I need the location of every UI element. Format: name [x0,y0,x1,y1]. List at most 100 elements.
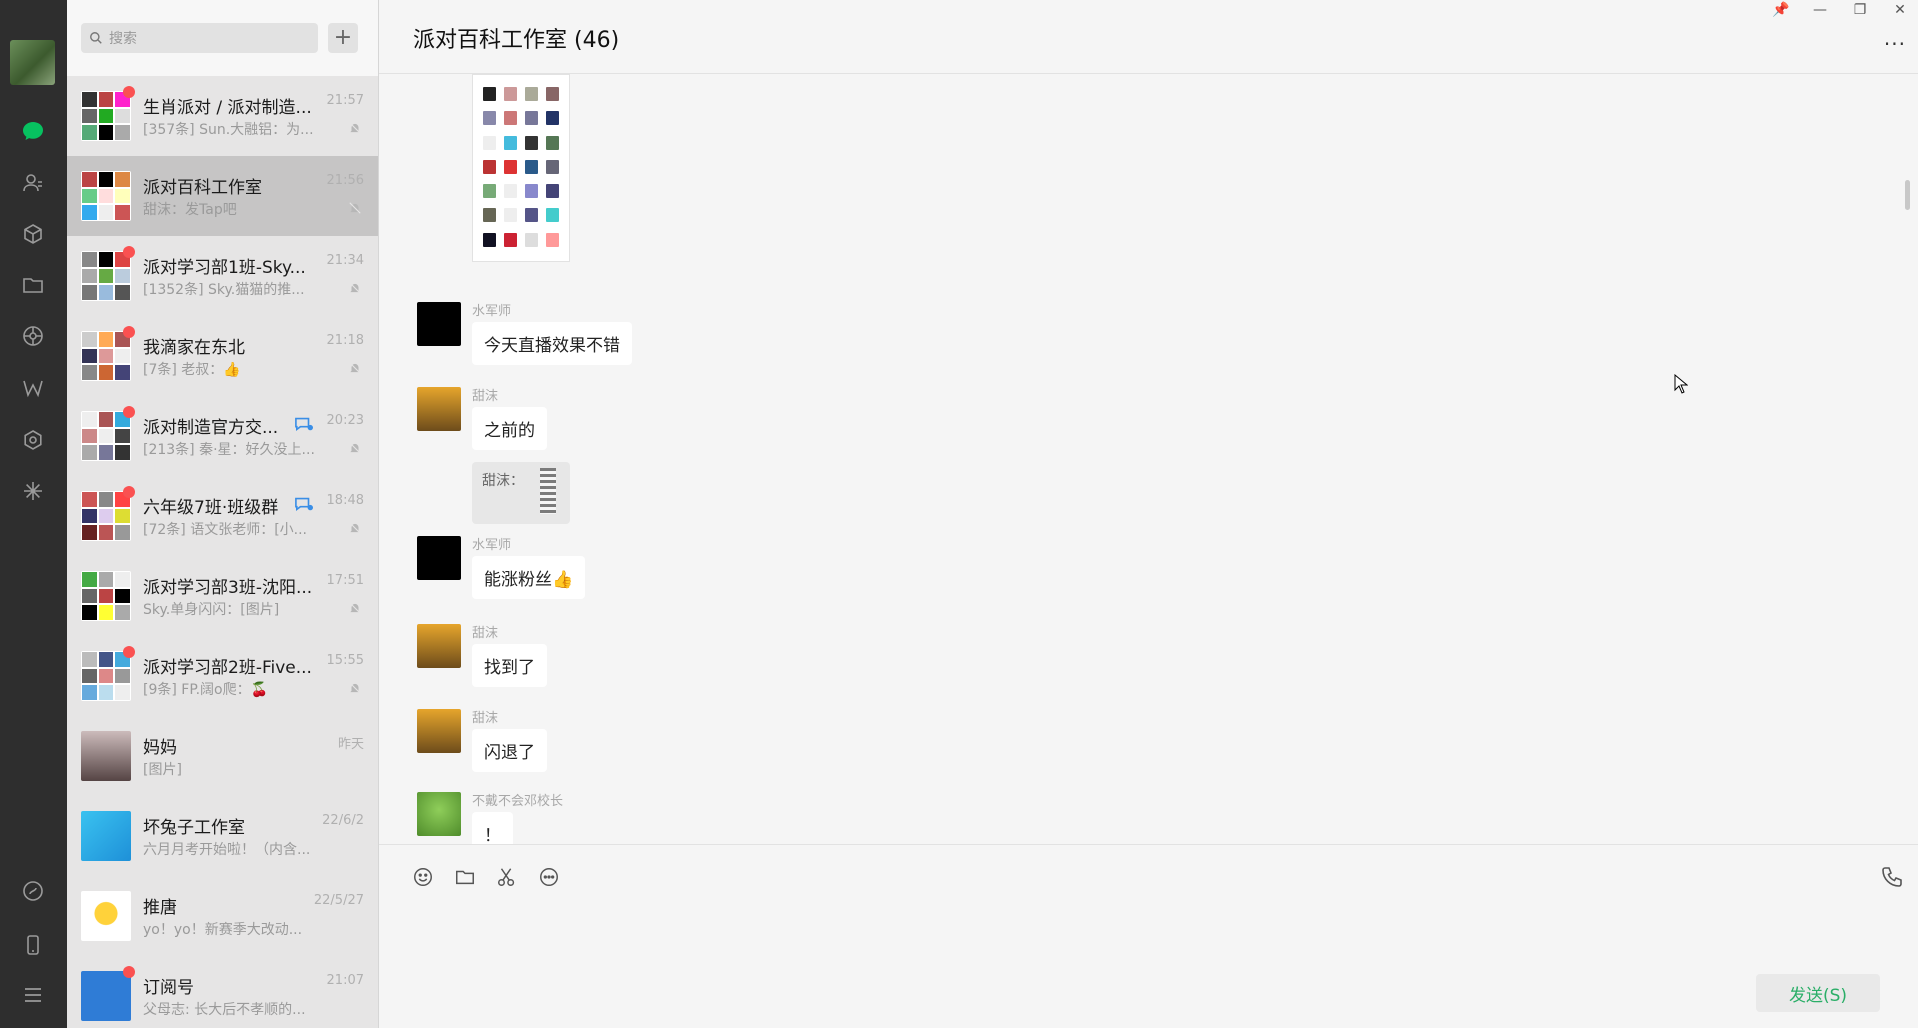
chat-name: 生肖派对 / 派对制造... [143,98,312,118]
chat-last-message: [9条] FP.阔o爬：🍒 [143,682,269,698]
window-controls: 📌 — ❐ ✕ [1772,0,1908,20]
chat-meta: 我滴家在东北 21:18 [7条] 老叔：👍 [143,331,378,381]
chat-list-item[interactable]: 派对制造官方交... 20:23 [213条] 秦·星：好久没上... [67,396,378,476]
message-bubble[interactable]: ！ [472,812,513,844]
group-chat-icon [295,497,313,512]
pin-icon[interactable]: 📌 [1772,0,1789,20]
chat-name: 妈妈 [143,738,177,758]
mute-bell-icon [349,282,361,294]
files-icon[interactable] [20,272,46,298]
channels-icon[interactable] [20,375,46,401]
chat-last-message: 甜沫：发Tap吧 [143,202,237,218]
chat-last-message: [357条] Sun.大融铝：为... [143,122,314,138]
chat-last-message: 父母志: 长大后不孝顺的... [143,1002,306,1018]
image-tile [504,87,517,101]
chat-list-item[interactable]: 推唐 22/5/27 yo！yo！新赛季大改动... [67,876,378,956]
unread-dot [123,646,135,658]
sender-avatar[interactable] [417,387,461,431]
chat-list-item[interactable]: 派对学习部2班-Five... 15:55 [9条] FP.阔o爬：🍒 [67,636,378,716]
unread-dot [123,326,135,338]
image-tile [525,87,538,101]
chat-time: 21:56 [326,173,364,188]
restore-icon[interactable]: ❐ [1852,0,1868,20]
phone-icon[interactable] [20,932,46,958]
emoji-icon[interactable] [411,865,435,889]
chat-list-item[interactable]: 六年级7班·班级群 18:48 [72条] 语文张老师：[小... [67,476,378,556]
message-bubble[interactable]: 能涨粉丝👍 [472,556,586,599]
message-bubble[interactable]: 今天直播效果不错 [472,322,632,365]
chat-list-item[interactable]: 派对百科工作室 21:56 甜沫：发Tap吧 [67,156,378,236]
quote-reply[interactable]: 甜沫： [472,462,570,524]
image-tile [483,208,496,223]
chat-window: 派对百科工作室 (46) 📌 — ❐ ✕ ··· 水军师 今天直播效果不错 甜沫… [379,0,1918,1028]
search-icon [90,32,102,44]
mini-program-panel-icon[interactable] [20,878,46,904]
favorites-icon[interactable] [20,221,46,247]
unread-dot [123,966,135,978]
image-tile [525,208,538,223]
chat-last-message: [1352条] Sky.猫猫的推... [143,282,305,298]
chat-last-message: 六月月考开始啦！（内含... [143,842,311,858]
sender-avatar[interactable] [417,536,461,580]
chat-name: 派对学习部3班-沈阳... [143,578,313,598]
mute-bell-icon [349,122,361,134]
chat-meta: 推唐 22/5/27 yo！yo！新赛季大改动... [143,891,378,941]
chat-list-item[interactable]: 派对学习部1班-Sky... 21:34 [1352条] Sky.猫猫的推... [67,236,378,316]
chat-list-item[interactable]: 生肖派对 / 派对制造... 21:57 [357条] Sun.大融铝：为... [67,76,378,156]
chat-list-item[interactable]: 妈妈 昨天 [图片] [67,716,378,796]
chats-icon[interactable] [20,118,46,144]
sender-avatar[interactable] [417,792,461,836]
quote-thumbnail [540,468,556,514]
chat-avatar [81,891,131,941]
sender-name: 甜沫 [472,711,499,726]
chat-history-icon[interactable] [537,865,561,889]
sender-name: 水军师 [472,538,512,553]
search-input[interactable]: 搜索 [81,23,318,53]
chat-avatar [81,326,135,381]
image-tile [504,232,517,247]
mute-bell-icon [349,362,361,374]
contacts-icon[interactable] [20,170,46,196]
unread-dot [123,86,135,98]
chat-list-item[interactable]: 订阅号 21:07 父母志: 长大后不孝顺的... [67,956,378,1028]
sender-avatar[interactable] [417,302,461,346]
chat-list-item[interactable]: 派对学习部3班-沈阳... 17:51 Sky.单身闪闪：[图片] [67,556,378,636]
chat-avatar [81,571,131,621]
chat-avatar [81,646,135,701]
image-tile [525,159,538,174]
quote-label: 甜沫： [482,473,524,489]
chat-name: 订阅号 [143,978,194,998]
chat-list-item[interactable]: 坏兔子工作室 22/6/2 六月月考开始啦！（内含... [67,796,378,876]
voice-call-icon[interactable] [1880,865,1904,889]
mini-programs-icon[interactable] [20,478,46,504]
add-button[interactable]: + [328,23,358,53]
chat-time: 21:57 [326,93,364,108]
sender-avatar[interactable] [417,709,461,753]
chat-name: 坏兔子工作室 [143,818,245,838]
chat-time: 22/5/27 [313,893,364,908]
mute-bell-icon [349,442,361,454]
message-bubble[interactable]: 找到了 [472,644,547,687]
image-message[interactable] [472,74,570,262]
sender-avatar[interactable] [417,624,461,668]
message-bubble[interactable]: 之前的 [472,407,547,450]
folder-icon[interactable] [453,865,477,889]
more-options-button[interactable]: ··· [1884,32,1906,56]
left-rail [0,0,67,1028]
search-bar: 搜索 + [67,0,378,76]
close-icon[interactable]: ✕ [1892,0,1908,20]
chat-time: 18:48 [326,493,364,508]
user-avatar[interactable] [10,40,55,85]
menu-icon[interactable] [20,982,46,1008]
chat-list-item[interactable]: 我滴家在东北 21:18 [7条] 老叔：👍 [67,316,378,396]
search-discover-icon[interactable] [20,427,46,453]
message-bubble[interactable]: 闪退了 [472,729,547,772]
minimize-icon[interactable]: — [1812,0,1828,20]
chat-meta: 派对学习部3班-沈阳... 17:51 Sky.单身闪闪：[图片] [143,571,378,621]
chat-title: 派对百科工作室 (46) [413,28,620,53]
input-area[interactable]: 发送(S) [379,844,1918,1028]
chat-meta: 派对制造官方交... 20:23 [213条] 秦·星：好久没上... [143,411,378,461]
send-button[interactable]: 发送(S) [1756,974,1880,1012]
scissors-icon[interactable] [495,865,519,889]
moments-icon[interactable] [20,323,46,349]
